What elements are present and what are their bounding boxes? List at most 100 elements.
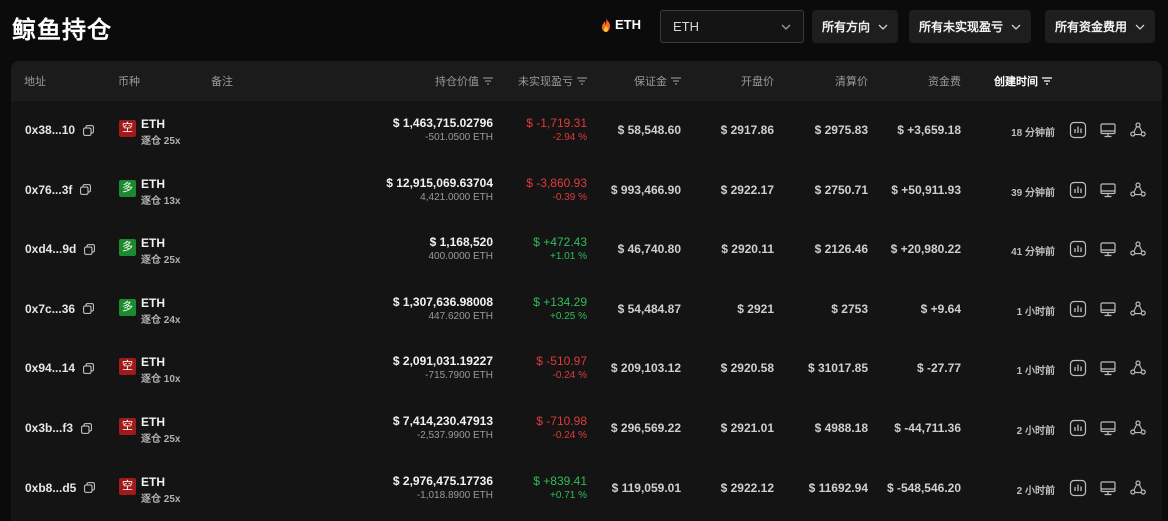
address-text: 0x94...14 — [25, 361, 76, 376]
coin-select[interactable]: ETH — [660, 10, 804, 43]
liquidation-price: $ 2975.83 — [814, 123, 868, 137]
header-note-label: 备注 — [211, 76, 233, 88]
leverage-label: 逐仓 10x — [141, 374, 181, 386]
address-cell[interactable]: 0x3b...f3 — [25, 421, 92, 435]
address-text: 0xd4...9d — [25, 242, 77, 257]
header-position-value[interactable]: 持仓价值 — [435, 73, 493, 89]
leverage-label: 逐仓 25x — [141, 434, 181, 445]
address-cell[interactable]: 0x38...10 — [25, 123, 94, 137]
created-time: 41 分钟前 — [1011, 247, 1055, 259]
copy-icon[interactable] — [84, 243, 96, 255]
chart-icon[interactable] — [1069, 121, 1087, 139]
direction-filter-label: 所有方向 — [822, 20, 871, 34]
table-row[interactable]: 0x76...3f 多 ETH 逐仓 13x $ 12,915,069.63704 4,4… — [11, 161, 1162, 221]
header-unrealized-pnl[interactable]: 未实现盈亏 — [518, 73, 587, 89]
entry-price: $ 2920.11 — [721, 242, 774, 257]
monitor-icon[interactable] — [1099, 300, 1117, 318]
unrealized-pnl-percent: +0.25 % — [550, 310, 587, 322]
unrealized-pnl-percent: +1.01 % — [550, 251, 587, 263]
leverage-label: 逐仓 25x — [141, 493, 181, 505]
header-entry-price-label: 开盘价 — [741, 76, 774, 88]
share-icon[interactable] — [1129, 240, 1147, 258]
address-cell[interactable]: 0xd4...9d — [25, 242, 96, 257]
side-badge: 多 — [119, 179, 136, 197]
copy-icon[interactable] — [83, 362, 94, 374]
copy-icon[interactable] — [81, 422, 92, 434]
share-icon[interactable] — [1129, 359, 1147, 377]
direction-filter[interactable]: 所有方向 — [812, 10, 899, 43]
table-row[interactable]: 0xd4...9d 多 ETH 逐仓 25x $ 1,168,520 400.0000 E… — [11, 220, 1162, 280]
position-size: -2,537.9900 ETH — [416, 430, 493, 441]
positions-table: 地址 币种 备注 持仓价值 未实现盈亏 保证金 开盘价 清算价 资金费 创建时间… — [11, 61, 1162, 521]
chart-icon[interactable] — [1069, 181, 1087, 199]
header-coin: 币种 — [118, 73, 140, 89]
unrealized-pnl-filter[interactable]: 所有未实现盈亏 — [909, 10, 1032, 43]
monitor-icon[interactable] — [1099, 121, 1117, 139]
monitor-icon[interactable] — [1099, 240, 1117, 258]
copy-icon[interactable] — [84, 482, 96, 493]
header-funding: 资金费 — [928, 73, 961, 89]
coin-symbol: ETH — [141, 117, 165, 131]
address-cell[interactable]: 0x7c...36 — [25, 302, 94, 316]
table-row[interactable]: 0x38...10 空 ETH 逐仓 25x $ 1,463,715.02796 -501… — [11, 101, 1162, 161]
coin-tag-label: ETH — [615, 17, 641, 32]
funding-fee-filter-label: 所有资金费用 — [1055, 20, 1128, 34]
table-row[interactable]: 0x7c...36 多 ETH 逐仓 24x $ 1,307,636.98008 447.… — [11, 280, 1162, 340]
chart-icon[interactable] — [1069, 300, 1087, 318]
entry-price: $ 2922.17 — [720, 182, 774, 197]
position-size: 447.6200 ETH — [428, 310, 494, 322]
monitor-icon[interactable] — [1099, 479, 1117, 497]
share-icon[interactable] — [1129, 419, 1147, 437]
entry-price: $ 2921.01 — [720, 421, 774, 435]
funding-fee: $ -548,546.20 — [886, 480, 961, 495]
table-row[interactable]: 0x94...14 空 ETH 逐仓 10x $ 2,091,031.19227 -715… — [11, 339, 1162, 399]
header-margin[interactable]: 保证金 — [634, 73, 681, 89]
page-title: 鲸鱼持仓 — [12, 17, 112, 44]
address-cell[interactable]: 0x94...14 — [25, 361, 94, 375]
share-icon[interactable] — [1129, 479, 1147, 497]
address-cell[interactable]: 0x76...3f — [25, 183, 92, 197]
liquidation-price: $ 31017.85 — [807, 361, 868, 376]
top-bar: 鲸鱼持仓 ETH ETH 所有方向 所有未实现盈亏 所有资金费用 — [0, 0, 1168, 56]
funding-fee: $ +50,911.93 — [891, 182, 961, 197]
unrealized-pnl: $ -710.98 — [536, 414, 587, 428]
liquidation-price: $ 2753 — [831, 301, 868, 316]
share-icon[interactable] — [1129, 181, 1147, 199]
unrealized-pnl: $ -510.97 — [536, 354, 587, 369]
table-row[interactable]: 0x3b...f3 空 ETH 逐仓 25x $ 7,414,230.47913 -2,5… — [11, 399, 1162, 459]
chart-icon[interactable] — [1069, 419, 1087, 437]
share-icon[interactable] — [1129, 300, 1147, 318]
leverage-label: 逐仓 25x — [141, 136, 181, 147]
monitor-icon[interactable] — [1099, 419, 1117, 437]
chart-icon[interactable] — [1069, 359, 1087, 377]
share-icon[interactable] — [1129, 121, 1147, 139]
position-size: 4,421.0000 ETH — [420, 191, 493, 203]
funding-fee-filter[interactable]: 所有资金费用 — [1045, 10, 1156, 43]
leverage-label: 逐仓 25x — [141, 255, 181, 267]
header-funding-label: 资金费 — [928, 76, 961, 88]
chart-icon[interactable] — [1069, 479, 1087, 497]
position-value: $ 1,463,715.02796 — [392, 116, 493, 130]
margin-value: $ 209,103.12 — [610, 361, 681, 376]
entry-price: $ 2921 — [737, 301, 774, 316]
table-row[interactable]: 0xb8...d5 空 ETH 逐仓 25x $ 2,976,475.17736 -1,0… — [11, 459, 1162, 519]
copy-icon[interactable] — [80, 184, 92, 195]
unrealized-pnl: $ -3,860.93 — [526, 175, 587, 190]
monitor-icon[interactable] — [1099, 359, 1117, 377]
address-cell[interactable]: 0xb8...d5 — [25, 481, 96, 495]
header-created[interactable]: 创建时间 — [994, 73, 1052, 89]
unrealized-pnl-percent: -0.24 % — [552, 370, 587, 382]
header-entry-price: 开盘价 — [741, 73, 774, 89]
header-unrealized-pnl-label: 未实现盈亏 — [518, 76, 573, 88]
fire-icon — [602, 17, 610, 32]
created-time: 2 小时前 — [1016, 426, 1055, 437]
created-time: 39 分钟前 — [1011, 187, 1055, 199]
monitor-icon[interactable] — [1099, 181, 1117, 199]
position-value: $ 1,168,520 — [429, 235, 493, 250]
chart-icon[interactable] — [1069, 240, 1087, 258]
coin-symbol: ETH — [141, 474, 165, 489]
copy-icon[interactable] — [83, 303, 94, 315]
copy-icon[interactable] — [83, 124, 94, 136]
position-size: -715.7900 ETH — [425, 370, 493, 382]
coin-symbol: ETH — [141, 355, 165, 370]
